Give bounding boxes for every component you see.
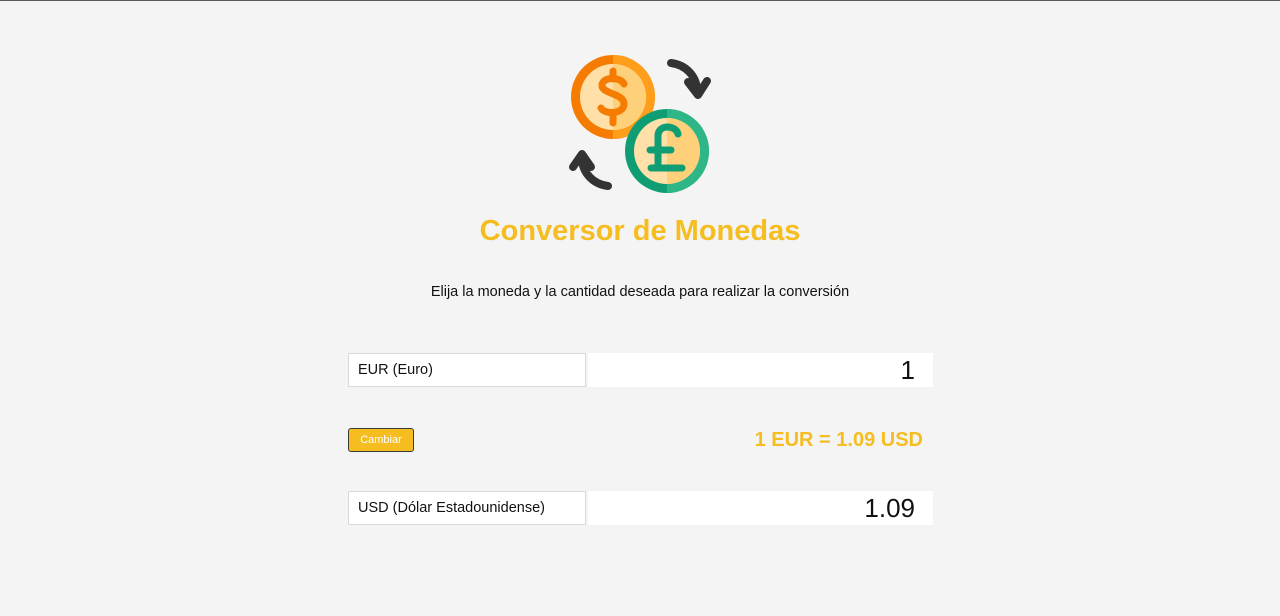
from-amount-input[interactable]: 1 <box>588 353 933 387</box>
currency-exchange-icon <box>569 55 711 193</box>
swap-button[interactable]: Cambiar <box>348 428 414 452</box>
exchange-rate-text: 1 EUR = 1.09 USD <box>754 429 923 451</box>
exchange-arrow-bottom-icon <box>569 150 612 190</box>
page-subtitle: Elija la moneda y la cantidad deseada pa… <box>430 284 850 300</box>
exchange-arrow-top-icon <box>667 59 711 99</box>
page-title: Conversor de Monedas <box>479 215 801 247</box>
from-currency-select[interactable]: EUR (Euro) <box>348 353 586 387</box>
to-currency-select[interactable]: USD (Dólar Estadounidense) <box>348 491 586 525</box>
to-amount-output[interactable]: 1.09 <box>588 491 933 525</box>
pound-coin-icon <box>625 109 709 193</box>
